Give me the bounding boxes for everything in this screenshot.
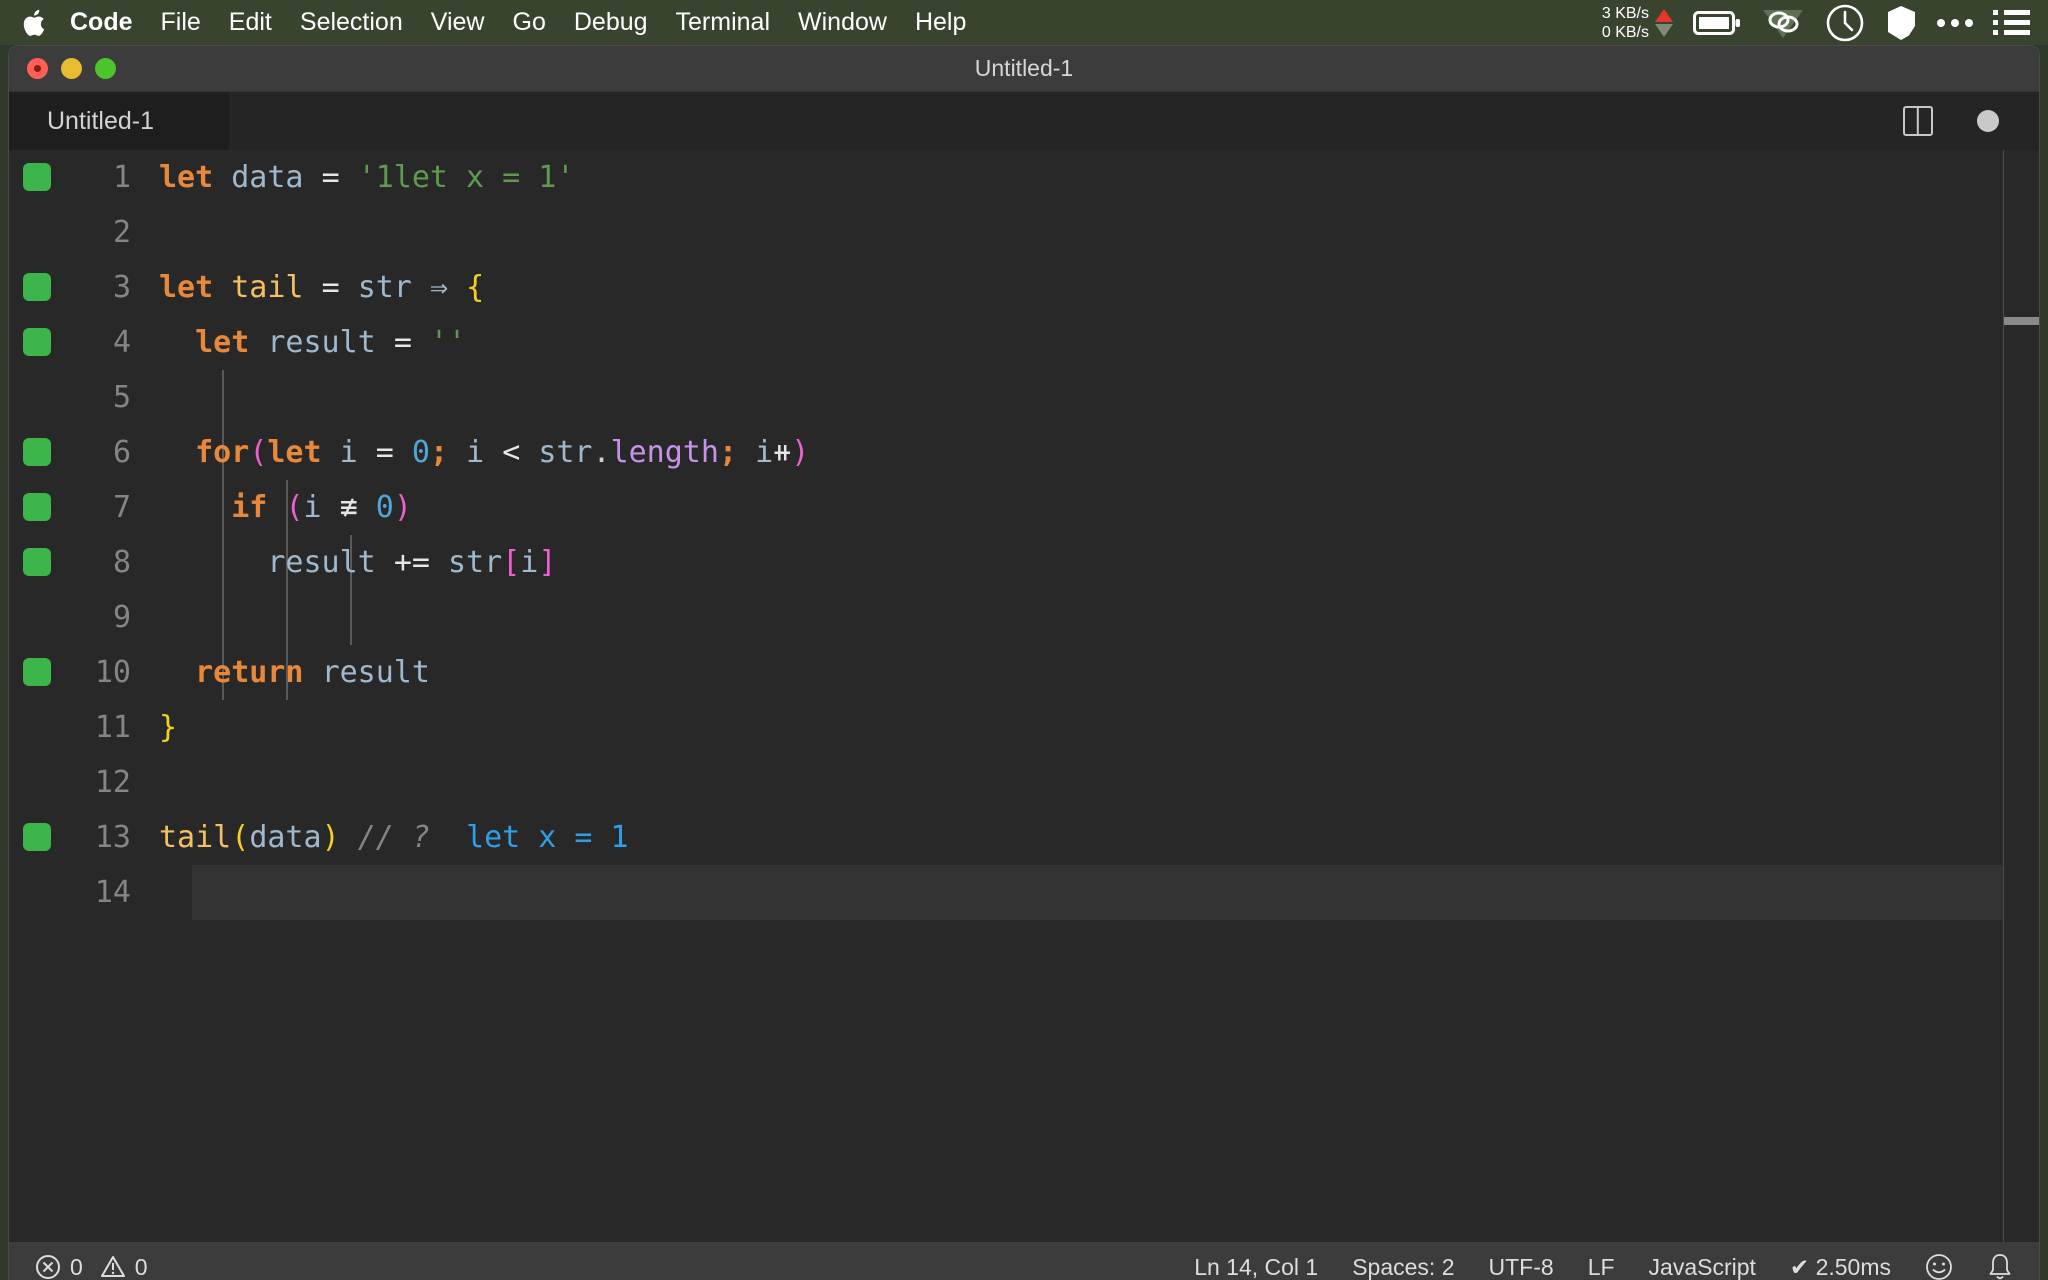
current-line-highlight (192, 865, 2003, 920)
battery-icon[interactable] (1693, 10, 1741, 36)
overview-ruler-scrollbar[interactable] (2003, 150, 2039, 1242)
warning-triangle-icon (100, 1256, 125, 1277)
menu-item-code[interactable]: Code (70, 0, 133, 45)
line-content: if (i ≢ 0) (231, 490, 412, 525)
eol-status[interactable]: LF (1588, 1254, 1615, 1280)
line-content: let result = '' (195, 325, 467, 360)
status-bar: 0 0 Ln 14, Col 1 Spaces: 2 UTF-8 LF Java… (9, 1242, 2039, 1280)
line-number: 1 (112, 160, 131, 195)
line-content: for(let i = 0; i < str.length; i⧺) (195, 435, 810, 470)
line-number: 14 (94, 875, 131, 910)
error-count: 0 (70, 1253, 83, 1280)
clock-icon[interactable] (1825, 3, 1865, 43)
dropbox-icon[interactable] (1885, 4, 1917, 42)
window-title-bar: Untitled-1 (9, 46, 2039, 92)
line-content: tail(data) // ? let x = 1 (159, 820, 629, 855)
code-line-1[interactable]: 1 let data = '1let x = 1' (9, 150, 2039, 205)
menu-item-help[interactable]: Help (915, 0, 966, 45)
line-number: 13 (94, 820, 131, 855)
code-line-13[interactable]: 13 tail(data) // ? let x = 1 (9, 810, 2039, 865)
overview-ruler-marker (2004, 317, 2039, 325)
screen: Code File Edit Selection View Go Debug T… (0, 0, 2048, 1280)
error-circle-icon (36, 1255, 60, 1279)
warning-count: 0 (134, 1253, 148, 1280)
line-content: result += str[i] (267, 545, 557, 580)
menu-bar-status-items: 3 KB/s 0 KB/s (1602, 3, 2030, 43)
bell-icon[interactable] (1987, 1252, 2013, 1280)
code-line-8[interactable]: 8 result += str[i] (9, 535, 2039, 590)
line-number: 6 (112, 435, 131, 470)
line-content: } (159, 710, 178, 745)
apple-logo-icon[interactable] (22, 8, 48, 38)
code-line-2[interactable]: 2 (9, 205, 2039, 260)
line-number: 2 (112, 215, 131, 250)
unsaved-dot-icon[interactable] (1977, 110, 1999, 132)
smiley-icon[interactable] (1925, 1253, 1953, 1280)
indentation-status[interactable]: Spaces: 2 (1352, 1254, 1454, 1280)
menu-item-selection[interactable]: Selection (300, 0, 403, 45)
split-editor-icon[interactable] (1903, 106, 1933, 136)
ellipsis-icon[interactable] (1937, 18, 1973, 27)
menu-item-view[interactable]: View (431, 0, 485, 45)
control-center-icon[interactable] (1993, 10, 2030, 35)
line-number: 11 (94, 710, 131, 745)
status-bar-left: 0 0 (35, 1254, 148, 1280)
menu-item-go[interactable]: Go (513, 0, 546, 45)
code-line-9[interactable]: 9 (9, 590, 2039, 645)
language-mode-status[interactable]: JavaScript (1649, 1254, 1756, 1280)
code-line-6[interactable]: 6 for(let i = 0; i < str.length; i⧺) (9, 425, 2039, 480)
menu-item-window[interactable]: Window (798, 0, 887, 45)
menu-item-terminal[interactable]: Terminal (676, 0, 770, 45)
tab-label: Untitled-1 (47, 106, 154, 135)
code-line-4[interactable]: 4 let result = '' (9, 315, 2039, 370)
line-content: let tail = str ⇒ { (159, 270, 485, 305)
vscode-window: Untitled-1 Untitled-1 1 let data = '1let… (8, 45, 2040, 1280)
line-number: 5 (112, 380, 131, 415)
line-number: 10 (94, 655, 131, 690)
code-line-14[interactable]: 14 (9, 865, 2039, 920)
menu-item-debug[interactable]: Debug (574, 0, 648, 45)
status-bar-right: Ln 14, Col 1 Spaces: 2 UTF-8 LF JavaScri… (1194, 1252, 2013, 1280)
upload-arrow-icon (1655, 8, 1673, 22)
line-number: 12 (94, 765, 131, 800)
line-content: let data = '1let x = 1' (159, 160, 575, 195)
menu-item-edit[interactable]: Edit (229, 0, 272, 45)
line-number: 3 (112, 270, 131, 305)
code-line-7[interactable]: 7 if (i ≢ 0) (9, 480, 2039, 535)
run-status[interactable]: ✔ 2.50ms (1790, 1254, 1891, 1280)
line-number: 8 (112, 545, 131, 580)
vpn-icon[interactable] (1761, 6, 1805, 40)
editor-actions (1903, 92, 2039, 150)
line-number: 9 (112, 600, 131, 635)
code-line-12[interactable]: 12 (9, 755, 2039, 810)
code-line-11[interactable]: 11 } (9, 700, 2039, 755)
code-line-5[interactable]: 5 (9, 370, 2039, 425)
line-number: 7 (112, 490, 131, 525)
code-lines: 1 let data = '1let x = 1' 2 3 let tail =… (9, 150, 2039, 920)
tab-untitled-1[interactable]: Untitled-1 (9, 92, 229, 150)
indent-guide (222, 370, 224, 700)
download-arrow-icon (1655, 23, 1673, 37)
upload-rate-label: 3 KB/s (1601, 4, 1649, 22)
macos-menu-bar: Code File Edit Selection View Go Debug T… (0, 0, 2048, 45)
cursor-position-status[interactable]: Ln 14, Col 1 (1194, 1254, 1318, 1280)
problems-status[interactable]: 0 0 (35, 1254, 148, 1280)
download-rate-label: 0 KB/s (1601, 23, 1649, 41)
menu-item-file[interactable]: File (161, 0, 201, 45)
network-speed-indicator[interactable]: 3 KB/s 0 KB/s (1602, 4, 1673, 42)
window-title: Untitled-1 (974, 55, 1074, 81)
editor-tab-bar: Untitled-1 (9, 92, 2039, 150)
line-number: 4 (112, 325, 131, 360)
encoding-status[interactable]: UTF-8 (1489, 1254, 1554, 1280)
code-line-3[interactable]: 3 let tail = str ⇒ { (9, 260, 2039, 315)
code-editor[interactable]: 1 let data = '1let x = 1' 2 3 let tail =… (9, 150, 2039, 1242)
line-content: return result (195, 655, 430, 690)
code-line-10[interactable]: 10 return result (9, 645, 2039, 700)
